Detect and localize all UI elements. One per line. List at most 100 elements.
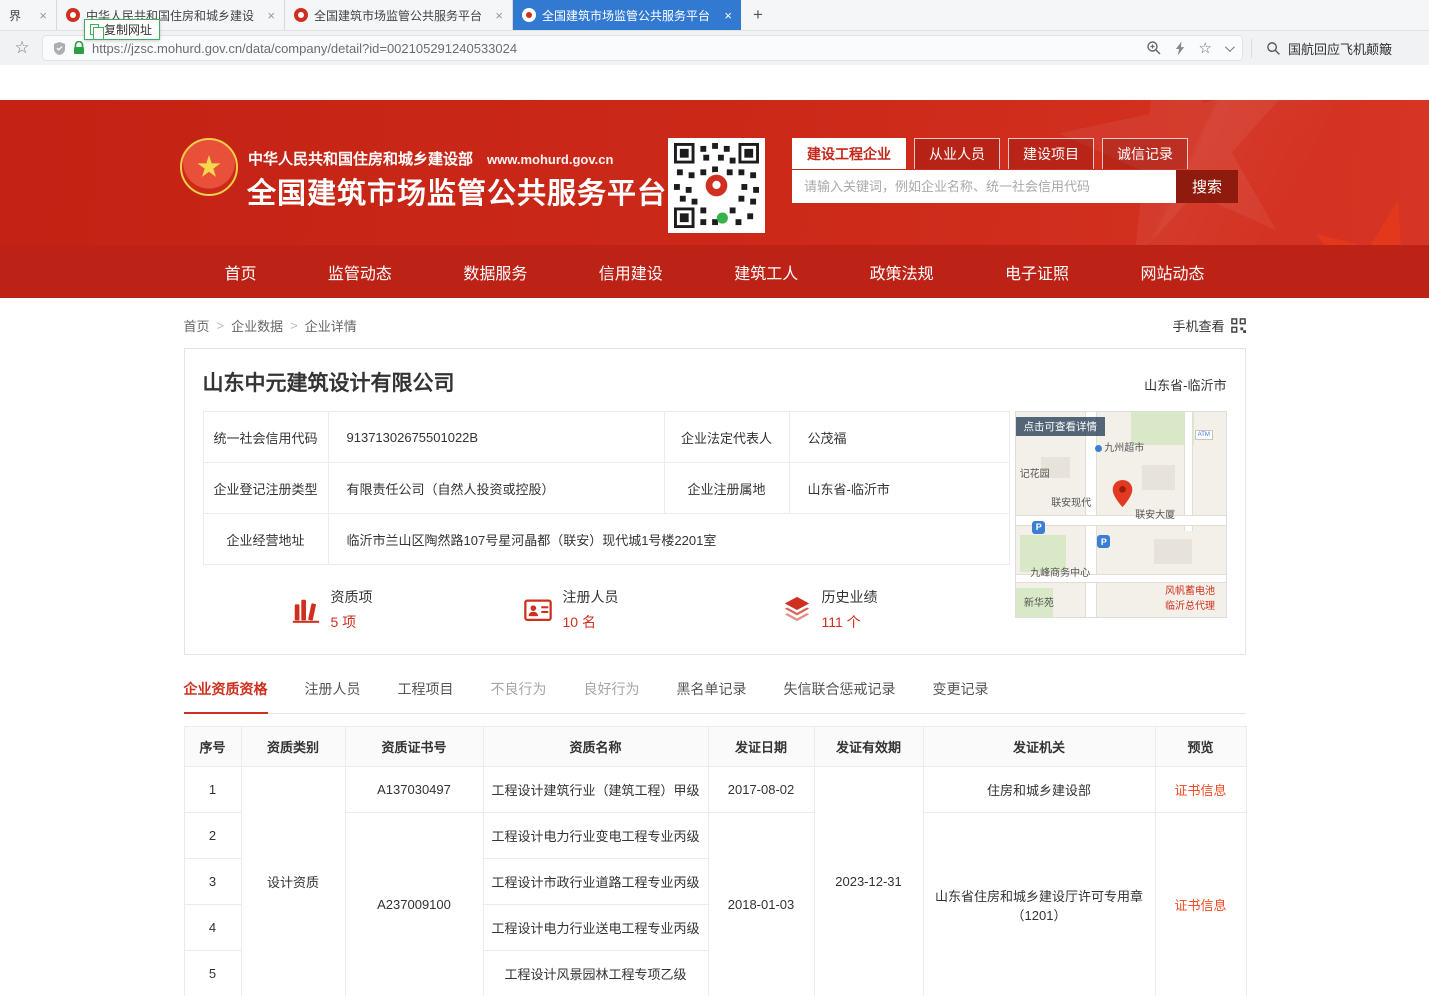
parking-icon: P: [1032, 521, 1045, 534]
browser-tab-jzsc-1[interactable]: 全国建筑市场监管公共服务平台 ×: [285, 0, 513, 30]
breadcrumb-home[interactable]: 首页: [184, 316, 210, 335]
mobile-view-label: 手机查看: [1172, 316, 1224, 335]
nav-item-data-services[interactable]: 数据服务: [463, 260, 527, 284]
browser-tab-partial[interactable]: 界 ×: [0, 0, 57, 30]
bookmark-star-icon[interactable]: ☆: [10, 38, 34, 58]
atm-icon: ATM: [1195, 430, 1213, 440]
shop-icon: [1095, 445, 1102, 452]
map-label-biz-center: 九峰商务中心: [1030, 564, 1090, 579]
cert-info-link[interactable]: 证书信息: [1174, 898, 1226, 913]
keyword-search-input[interactable]: [792, 170, 1176, 203]
new-tab-button[interactable]: +: [741, 0, 775, 30]
qualification-table: 序号 资质类别 资质证书号 资质名称 发证日期 发证有效期 发证机关 预览 1 …: [184, 726, 1247, 996]
map-widget[interactable]: 点击可查看详情 九州超市 ATM 记花园 联安现代 联安大厦 P P 九峰商务中…: [1015, 411, 1227, 618]
map-road: [1184, 412, 1193, 531]
tab-dishonesty-records[interactable]: 失信联合惩戒记录: [784, 679, 896, 713]
copy-url-label: 复制网址: [104, 21, 152, 38]
detail-tabs: 企业资质资格 注册人员 工程项目 不良行为 良好行为 黑名单记录 失信联合惩戒记…: [184, 679, 1246, 714]
browser-tab-jzsc-active[interactable]: 全国建筑市场监管公共服务平台 ×: [513, 0, 741, 30]
chevron-down-icon[interactable]: [1225, 42, 1235, 52]
map-label-lianan-tower: 联安大厦: [1135, 506, 1175, 521]
qr-code: [668, 138, 765, 233]
tab-blacklist[interactable]: 黑名单记录: [677, 679, 747, 713]
tab-registered-personnel[interactable]: 注册人员: [305, 679, 361, 713]
map-label-battery: 风帆蓄电池 临沂总代理: [1165, 582, 1215, 612]
breadcrumb: 首页 > 企业数据 > 企业详情 手机查看: [184, 316, 1246, 335]
reg-type-value: 有限责任公司（自然人投资或控股）: [328, 463, 664, 514]
hot-search-text: 国航回应飞机颠簸: [1288, 39, 1392, 58]
mobile-view-button[interactable]: 手机查看: [1172, 316, 1245, 335]
qual-name: 工程设计电力行业送电工程专业丙级: [483, 905, 708, 951]
url-field[interactable]: https://jzsc.mohurd.gov.cn/data/company/…: [42, 35, 1243, 61]
tab-change-records[interactable]: 变更记录: [933, 679, 989, 713]
breadcrumb-company-data[interactable]: 企业数据: [231, 316, 283, 335]
tab-qualifications[interactable]: 企业资质资格: [184, 679, 268, 714]
tab-bad-behavior[interactable]: 不良行为: [491, 679, 547, 713]
tab-good-behavior[interactable]: 良好行为: [584, 679, 640, 713]
map-hint: 点击可查看详情: [1016, 417, 1106, 436]
legal-rep-value: 公茂福: [789, 412, 1009, 463]
nav-item-home[interactable]: 首页: [225, 260, 257, 284]
site-banner: 中华人民共和国住房和城乡建设部 www.mohurd.gov.cn 全国建筑市场…: [0, 100, 1429, 245]
company-info-table: 统一社会信用代码 91371302675501022B 企业法定代表人 公茂福 …: [203, 411, 1010, 565]
tab-title: 全国建筑市场监管公共服务平台: [314, 7, 482, 24]
credit-code-value: 91371302675501022B: [328, 412, 664, 463]
map-building: [1142, 465, 1176, 490]
favorite-star-icon[interactable]: ☆: [1199, 39, 1212, 57]
shield-icon[interactable]: [53, 41, 66, 56]
nav-item-policies[interactable]: 政策法规: [870, 260, 934, 284]
ministry-url: www.mohurd.gov.cn: [487, 152, 613, 167]
layers-icon: [782, 595, 812, 625]
nav-item-construction-workers[interactable]: 建筑工人: [734, 260, 798, 284]
close-icon[interactable]: ×: [495, 8, 503, 23]
map-label-xinhua: 新华苑: [1024, 594, 1054, 609]
nav-item-site-news[interactable]: 网站动态: [1140, 260, 1204, 284]
info-label: 企业经营地址: [203, 514, 328, 565]
copy-icon: [90, 24, 99, 35]
cert-number: A137030497: [345, 767, 483, 813]
close-icon[interactable]: ×: [39, 8, 47, 23]
qual-name: 工程设计风景园林工程专项乙级: [483, 951, 708, 996]
company-detail-card: 山东中元建筑设计有限公司 山东省-临沂市 统一社会信用代码 9137130267…: [184, 348, 1246, 655]
qual-name: 工程设计市政行业道路工程专业丙级: [483, 859, 708, 905]
search-tab-practitioners[interactable]: 从业人员: [914, 138, 1000, 169]
stat-qualifications[interactable]: 资质项 5 项: [291, 587, 373, 632]
col-header: 资质证书号: [345, 727, 483, 767]
map-label-garden: 记花园: [1020, 465, 1050, 480]
issue-date: 2018-01-03: [708, 813, 814, 996]
nav-item-credit-building[interactable]: 信用建设: [599, 260, 663, 284]
certificates-icon: [291, 595, 321, 625]
banner-search-area: 建设工程企业 从业人员 建设项目 诚信记录 搜索: [792, 138, 1238, 203]
search-tab-construction-enterprise[interactable]: 建设工程企业: [792, 138, 906, 169]
url-text[interactable]: https://jzsc.mohurd.gov.cn/data/company/…: [92, 41, 1139, 56]
stat-historical-performance[interactable]: 历史业绩 111 个: [782, 587, 878, 632]
tab-projects[interactable]: 工程项目: [398, 679, 454, 713]
site-favicon-icon: [66, 8, 80, 22]
zoom-icon[interactable]: [1146, 40, 1162, 56]
breadcrumb-separator: >: [290, 318, 298, 333]
hot-search-box[interactable]: 国航回应飞机颠簸: [1251, 39, 1419, 58]
map-label-supermarket: 九州超市: [1095, 439, 1144, 454]
qr-grid-icon: [1231, 318, 1246, 333]
lightning-icon[interactable]: [1175, 41, 1186, 56]
search-tab-credit-records[interactable]: 诚信记录: [1102, 138, 1188, 169]
nav-item-e-certificates[interactable]: 电子证照: [1005, 260, 1069, 284]
search-tab-projects[interactable]: 建设项目: [1008, 138, 1094, 169]
search-button[interactable]: 搜索: [1176, 170, 1238, 203]
col-header: 发证机关: [923, 727, 1155, 767]
stat-registered-personnel[interactable]: 注册人员 10 名: [523, 587, 619, 632]
info-label: 统一社会信用代码: [203, 412, 328, 463]
address-value: 临沂市兰山区陶然路107号星河晶都（联安）现代城1号楼2201室: [328, 514, 1009, 565]
row-number: 4: [184, 905, 241, 951]
row-number: 2: [184, 813, 241, 859]
close-icon[interactable]: ×: [724, 8, 732, 23]
copy-url-tooltip[interactable]: 复制网址: [84, 19, 160, 40]
issuing-authority: 山东省住房和城乡建设厅许可专用章 （1201）: [923, 813, 1155, 996]
row-number: 1: [184, 767, 241, 813]
close-icon[interactable]: ×: [267, 8, 275, 23]
cert-info-link[interactable]: 证书信息: [1174, 783, 1226, 798]
nav-item-supervision-news[interactable]: 监管动态: [328, 260, 392, 284]
company-name: 山东中元建筑设计有限公司: [203, 367, 455, 397]
info-label: 企业登记注册类型: [203, 463, 328, 514]
col-header: 序号: [184, 727, 241, 767]
